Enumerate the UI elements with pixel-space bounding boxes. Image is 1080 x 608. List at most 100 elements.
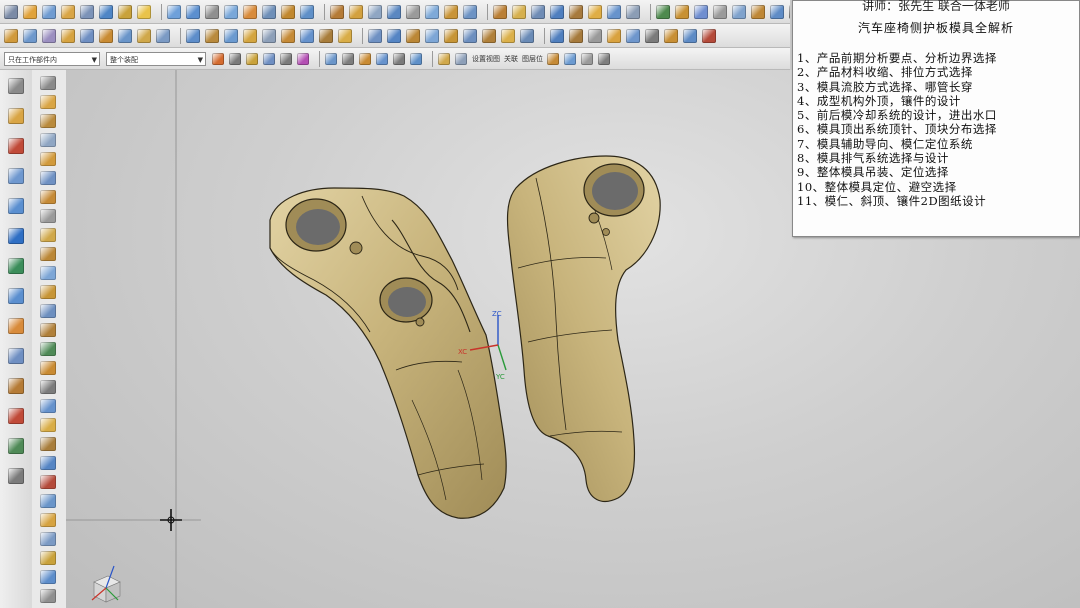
selection-tool-icon[interactable] bbox=[455, 52, 467, 65]
resource-navigator-icon[interactable] bbox=[8, 318, 24, 334]
command-icon[interactable] bbox=[40, 209, 56, 223]
resource-navigator-icon[interactable] bbox=[8, 138, 24, 154]
command-icon[interactable] bbox=[40, 551, 56, 565]
command-icon[interactable] bbox=[40, 247, 56, 261]
feature-tool-icon[interactable] bbox=[588, 28, 602, 43]
main-tool-icon[interactable] bbox=[607, 4, 621, 19]
feature-tool-icon[interactable] bbox=[501, 28, 515, 43]
view-option-label[interactable]: 图层位 bbox=[522, 54, 543, 64]
main-tool-icon[interactable] bbox=[224, 4, 238, 19]
feature-tool-icon[interactable] bbox=[319, 28, 333, 43]
main-tool-icon[interactable] bbox=[349, 4, 363, 19]
command-icon[interactable] bbox=[40, 285, 56, 299]
feature-tool-icon[interactable] bbox=[645, 28, 659, 43]
resource-navigator-icon[interactable] bbox=[8, 468, 24, 484]
feature-tool-icon[interactable] bbox=[186, 28, 200, 43]
main-tool-icon[interactable] bbox=[444, 4, 458, 19]
selection-tool-icon[interactable] bbox=[246, 52, 258, 65]
main-tool-icon[interactable] bbox=[80, 4, 94, 19]
feature-tool-icon[interactable] bbox=[626, 28, 640, 43]
feature-tool-icon[interactable] bbox=[42, 28, 56, 43]
main-tool-icon[interactable] bbox=[694, 4, 708, 19]
main-tool-icon[interactable] bbox=[186, 4, 200, 19]
main-tool-icon[interactable] bbox=[387, 4, 401, 19]
feature-tool-icon[interactable] bbox=[118, 28, 132, 43]
selection-tool-icon[interactable] bbox=[410, 52, 422, 65]
feature-tool-icon[interactable] bbox=[607, 28, 621, 43]
command-icon[interactable] bbox=[40, 380, 56, 394]
resource-navigator-icon[interactable] bbox=[8, 348, 24, 364]
main-tool-icon[interactable] bbox=[368, 4, 382, 19]
feature-tool-icon[interactable] bbox=[482, 28, 496, 43]
selection-tool-icon[interactable] bbox=[212, 52, 224, 65]
resource-navigator-icon[interactable] bbox=[8, 258, 24, 274]
main-tool-icon[interactable] bbox=[262, 4, 276, 19]
command-icon[interactable] bbox=[40, 133, 56, 147]
main-tool-icon[interactable] bbox=[99, 4, 113, 19]
main-tool-icon[interactable] bbox=[588, 4, 602, 19]
selection-tool-icon[interactable] bbox=[564, 52, 576, 65]
command-icon[interactable] bbox=[40, 342, 56, 356]
right-side-panel-part[interactable] bbox=[506, 155, 661, 502]
main-tool-icon[interactable] bbox=[167, 4, 181, 19]
resource-navigator-icon[interactable] bbox=[8, 78, 24, 94]
main-tool-icon[interactable] bbox=[675, 4, 689, 19]
selection-filter-dropdown[interactable]: 只在工作部件内 ▼ bbox=[4, 51, 100, 66]
selection-tool-icon[interactable] bbox=[438, 52, 450, 65]
command-icon[interactable] bbox=[40, 418, 56, 432]
main-tool-icon[interactable] bbox=[626, 4, 640, 19]
main-tool-icon[interactable] bbox=[789, 4, 790, 19]
main-tool-icon[interactable] bbox=[512, 4, 526, 19]
feature-tool-icon[interactable] bbox=[243, 28, 257, 43]
view-cube-icon[interactable] bbox=[91, 565, 121, 603]
main-tool-icon[interactable] bbox=[550, 4, 564, 19]
command-icon[interactable] bbox=[40, 266, 56, 280]
selection-tool-icon[interactable] bbox=[297, 52, 309, 65]
feature-tool-icon[interactable] bbox=[550, 28, 564, 43]
main-tool-icon[interactable] bbox=[425, 4, 439, 19]
main-tool-icon[interactable] bbox=[61, 4, 75, 19]
feature-tool-icon[interactable] bbox=[137, 28, 151, 43]
selection-tool-icon[interactable] bbox=[393, 52, 405, 65]
command-icon[interactable] bbox=[40, 114, 56, 128]
command-icon[interactable] bbox=[40, 361, 56, 375]
command-icon[interactable] bbox=[40, 437, 56, 451]
resource-navigator-icon[interactable] bbox=[8, 288, 24, 304]
feature-tool-icon[interactable] bbox=[205, 28, 219, 43]
main-tool-icon[interactable] bbox=[281, 4, 295, 19]
main-tool-icon[interactable] bbox=[330, 4, 344, 19]
command-icon[interactable] bbox=[40, 513, 56, 527]
main-tool-icon[interactable] bbox=[493, 4, 507, 19]
command-icon[interactable] bbox=[40, 323, 56, 337]
command-icon[interactable] bbox=[40, 228, 56, 242]
feature-tool-icon[interactable] bbox=[520, 28, 534, 43]
feature-tool-icon[interactable] bbox=[463, 28, 477, 43]
left-side-panel-part[interactable] bbox=[269, 187, 507, 519]
selection-tool-icon[interactable] bbox=[280, 52, 292, 65]
feature-tool-icon[interactable] bbox=[368, 28, 382, 43]
command-icon[interactable] bbox=[40, 152, 56, 166]
command-icon[interactable] bbox=[40, 304, 56, 318]
main-tool-icon[interactable] bbox=[463, 4, 477, 19]
resource-navigator-icon[interactable] bbox=[8, 378, 24, 394]
selection-tool-icon[interactable] bbox=[342, 52, 354, 65]
feature-tool-icon[interactable] bbox=[80, 28, 94, 43]
selection-tool-icon[interactable] bbox=[229, 52, 241, 65]
command-icon[interactable] bbox=[40, 475, 56, 489]
selection-tool-icon[interactable] bbox=[581, 52, 593, 65]
feature-tool-icon[interactable] bbox=[61, 28, 75, 43]
feature-tool-icon[interactable] bbox=[99, 28, 113, 43]
feature-tool-icon[interactable] bbox=[702, 28, 716, 43]
main-tool-icon[interactable] bbox=[42, 4, 56, 19]
main-tool-icon[interactable] bbox=[770, 4, 784, 19]
main-tool-icon[interactable] bbox=[406, 4, 420, 19]
command-icon[interactable] bbox=[40, 570, 56, 584]
command-icon[interactable] bbox=[40, 494, 56, 508]
main-tool-icon[interactable] bbox=[751, 4, 765, 19]
feature-tool-icon[interactable] bbox=[664, 28, 678, 43]
main-tool-icon[interactable] bbox=[656, 4, 670, 19]
main-tool-icon[interactable] bbox=[137, 4, 151, 19]
main-tool-icon[interactable] bbox=[531, 4, 545, 19]
assembly-scope-dropdown[interactable]: 整个装配 ▼ bbox=[106, 51, 206, 66]
main-tool-icon[interactable] bbox=[300, 4, 314, 19]
